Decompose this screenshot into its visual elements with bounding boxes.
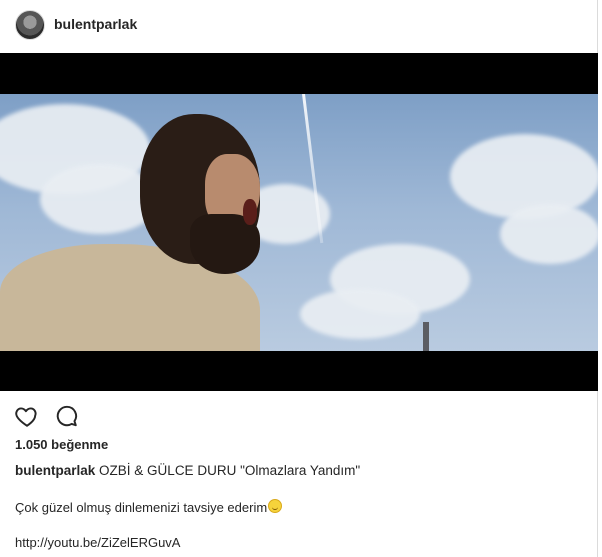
post-header: bulentparlak xyxy=(0,0,598,52)
youtube-link[interactable]: http://youtu.be/ZiZelERGuvA xyxy=(15,535,180,550)
post-description: Çok güzel olmuş dinlemenizi tavsiye eder… xyxy=(15,499,283,515)
description-text: Çok güzel olmuş dinlemenizi tavsiye eder… xyxy=(15,500,268,515)
caption-text: OZBİ & GÜLCE DURU "Olmazlara Yandım" xyxy=(99,463,361,478)
instagram-post-card: bulentparlak 1.050 beğenme bulentparlak … xyxy=(0,0,598,557)
comment-icon[interactable] xyxy=(54,403,80,429)
heart-icon[interactable] xyxy=(14,403,40,429)
smiling-face-emoji-icon xyxy=(268,499,283,513)
video-frame xyxy=(0,94,598,351)
post-video[interactable] xyxy=(0,53,598,391)
caption-username[interactable]: bulentparlak xyxy=(15,463,95,478)
post-author-username[interactable]: bulentparlak xyxy=(54,16,137,32)
post-caption: bulentparlak OZBİ & GÜLCE DURU "Olmazlar… xyxy=(15,462,585,480)
avatar[interactable] xyxy=(15,10,45,40)
like-count[interactable]: 1.050 beğenme xyxy=(15,437,108,452)
